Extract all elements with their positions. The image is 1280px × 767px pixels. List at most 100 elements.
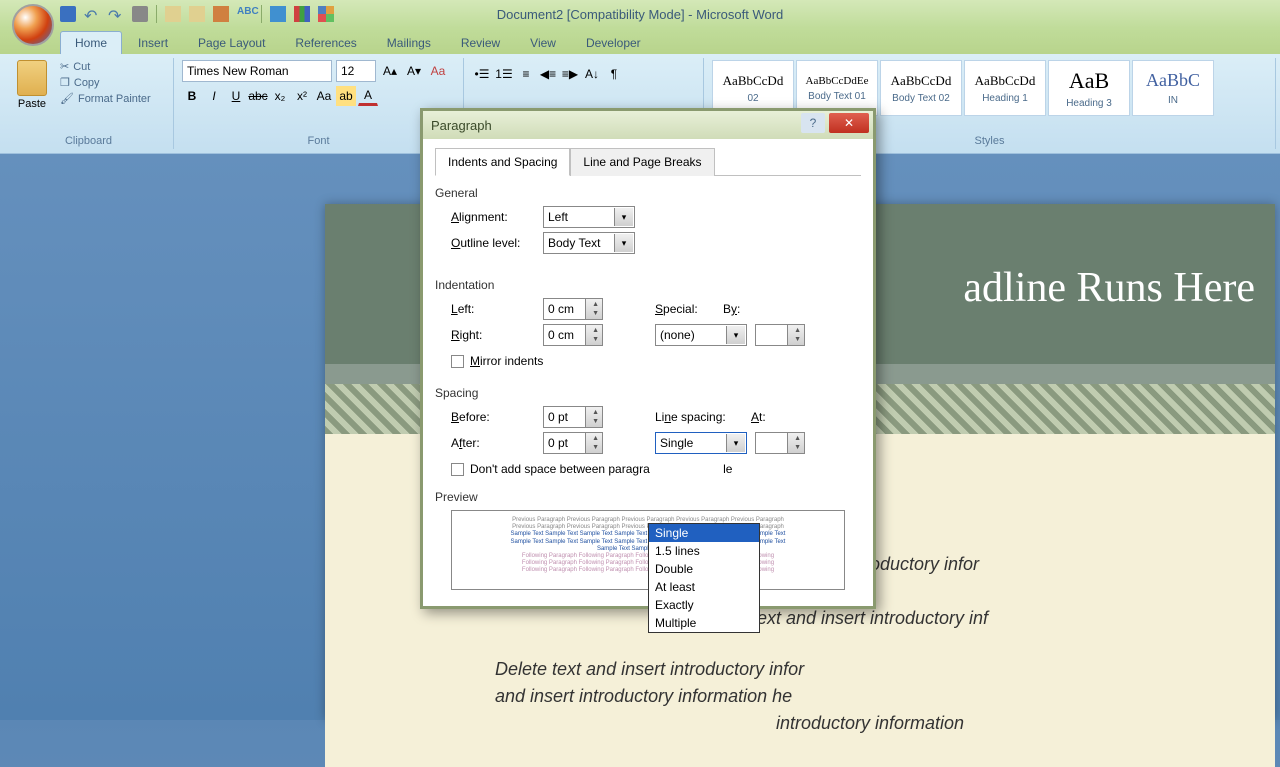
headline-text[interactable]: adline Runs Here <box>963 264 1255 312</box>
right-indent-input[interactable]: 0 cm▲▼ <box>543 324 603 346</box>
dropdown-item[interactable]: Multiple <box>649 614 759 632</box>
line-spacing-select[interactable]: Single <box>655 432 747 454</box>
grow-font-icon[interactable]: A▴ <box>380 61 400 81</box>
tab-page-layout[interactable]: Page Layout <box>184 32 279 54</box>
window-title: Document2 [Compatibility Mode] - Microso… <box>497 7 784 22</box>
quick-access-toolbar: ↶ ↷ ABC <box>60 5 334 23</box>
box-icon[interactable] <box>213 6 229 22</box>
before-label: Before: <box>451 410 535 424</box>
after-label: After: <box>451 436 535 450</box>
strike-button[interactable]: abc <box>248 86 268 106</box>
line-spacing-dropdown: Single 1.5 lines Double At least Exactly… <box>648 523 760 633</box>
by-label: By: <box>723 302 753 316</box>
dialog-titlebar[interactable]: Paragraph ? ✕ <box>423 111 873 139</box>
tab-references[interactable]: References <box>281 32 370 54</box>
cut-button[interactable]: ✂Cut <box>60 60 151 73</box>
style-item[interactable]: AaBbCcDdBody Text 02 <box>880 60 962 116</box>
title-bar: ↶ ↷ ABC Document2 [Compatibility Mode] -… <box>0 0 1280 28</box>
indentation-section: Indentation <box>435 278 861 292</box>
mirror-label: Mirror indents <box>470 354 543 368</box>
redo-icon[interactable]: ↷ <box>108 6 124 22</box>
chart-icon[interactable] <box>294 6 310 22</box>
before-input[interactable]: 0 pt▲▼ <box>543 406 603 428</box>
show-marks-icon[interactable]: ¶ <box>604 64 624 84</box>
dialog-tab-indents[interactable]: Indents and Spacing <box>435 148 570 176</box>
dropdown-item[interactable]: 1.5 lines <box>649 542 759 560</box>
help-button[interactable]: ? <box>801 113 825 133</box>
numbering-icon[interactable]: 1☰ <box>494 64 514 84</box>
general-section: General <box>435 186 861 200</box>
left-indent-input[interactable]: 0 cm▲▼ <box>543 298 603 320</box>
clipboard-icon <box>17 60 47 96</box>
tab-home[interactable]: Home <box>60 31 122 54</box>
underline-button[interactable]: U <box>226 86 246 106</box>
copy-button[interactable]: ❐Copy <box>60 76 151 89</box>
clipboard-group: Paste ✂Cut ❐Copy 🖌Format Painter Clipboa… <box>4 58 174 149</box>
dialog-tab-breaks[interactable]: Line and Page Breaks <box>570 148 714 176</box>
tab-view[interactable]: View <box>516 32 570 54</box>
style-item[interactable]: AaBbCIN <box>1132 60 1214 116</box>
outline-label: Outline level: <box>451 236 535 250</box>
spell-icon[interactable]: ABC <box>237 6 253 22</box>
alignment-label: AAlignment:lignment: <box>451 210 535 224</box>
dropdown-item[interactable]: At least <box>649 578 759 596</box>
style-item[interactable]: AaBHeading 3 <box>1048 60 1130 116</box>
dont-add-checkbox[interactable] <box>451 463 464 476</box>
bold-button[interactable]: B <box>182 86 202 106</box>
doc2-icon[interactable] <box>189 6 205 22</box>
clear-format-icon[interactable]: Aa <box>428 61 448 81</box>
at-label: At: <box>751 410 766 424</box>
tab-review[interactable]: Review <box>447 32 514 54</box>
dropdown-item[interactable]: Double <box>649 560 759 578</box>
sort-icon[interactable]: A↓ <box>582 64 602 84</box>
bullets-icon[interactable]: •☰ <box>472 64 492 84</box>
paragraph-dialog: Paragraph ? ✕ Indents and Spacing Line a… <box>420 108 876 609</box>
shrink-font-icon[interactable]: A▾ <box>404 61 424 81</box>
font-size-select[interactable] <box>336 60 376 82</box>
grid-icon[interactable] <box>318 6 334 22</box>
highlight-button[interactable]: ab <box>336 86 356 106</box>
subscript-button[interactable]: x₂ <box>270 86 290 106</box>
print-icon[interactable] <box>132 6 148 22</box>
change-case-button[interactable]: Aa <box>314 86 334 106</box>
format-painter-button[interactable]: 🖌Format Painter <box>60 92 151 105</box>
style-item[interactable]: AaBbCcDdHeading 1 <box>964 60 1046 116</box>
tab-insert[interactable]: Insert <box>124 32 182 54</box>
italic-button[interactable]: I <box>204 86 224 106</box>
after-input[interactable]: 0 pt▲▼ <box>543 432 603 454</box>
save-icon[interactable] <box>60 6 76 22</box>
dont-add-label: Don't add space between paragra le <box>470 462 732 476</box>
right-indent-label: Right: <box>451 328 535 342</box>
brush-icon: 🖌 <box>60 92 74 105</box>
font-name-select[interactable] <box>182 60 332 82</box>
multilevel-icon[interactable]: ≡ <box>516 64 536 84</box>
left-indent-label: Left: <box>451 302 535 316</box>
copy-icon: ❐ <box>60 76 70 89</box>
by-input[interactable]: ▲▼ <box>755 324 805 346</box>
special-select[interactable]: (none) <box>655 324 747 346</box>
thesaurus-icon[interactable] <box>270 6 286 22</box>
undo-icon[interactable]: ↶ <box>84 6 100 22</box>
ribbon-tabs: Home Insert Page Layout References Maili… <box>0 28 1280 54</box>
spacing-section: Spacing <box>435 386 861 400</box>
superscript-button[interactable]: x² <box>292 86 312 106</box>
font-color-button[interactable]: A <box>358 86 378 106</box>
dropdown-item[interactable]: Single <box>649 524 759 542</box>
alignment-select[interactable]: Left <box>543 206 635 228</box>
special-label: Special: <box>655 302 715 316</box>
doc-icon[interactable] <box>165 6 181 22</box>
tab-mailings[interactable]: Mailings <box>373 32 445 54</box>
dropdown-item[interactable]: Exactly <box>649 596 759 614</box>
preview-label: Preview <box>435 490 861 504</box>
paste-button[interactable]: Paste <box>12 60 52 110</box>
line-spacing-label: Line spacing: <box>655 410 743 424</box>
outline-select[interactable]: Body Text <box>543 232 635 254</box>
office-button[interactable] <box>12 4 54 46</box>
increase-indent-icon[interactable]: ≡▶ <box>560 64 580 84</box>
at-input[interactable]: ▲▼ <box>755 432 805 454</box>
scissors-icon: ✂ <box>60 60 69 73</box>
decrease-indent-icon[interactable]: ◀≡ <box>538 64 558 84</box>
close-button[interactable]: ✕ <box>829 113 869 133</box>
tab-developer[interactable]: Developer <box>572 32 655 54</box>
mirror-checkbox[interactable] <box>451 355 464 368</box>
